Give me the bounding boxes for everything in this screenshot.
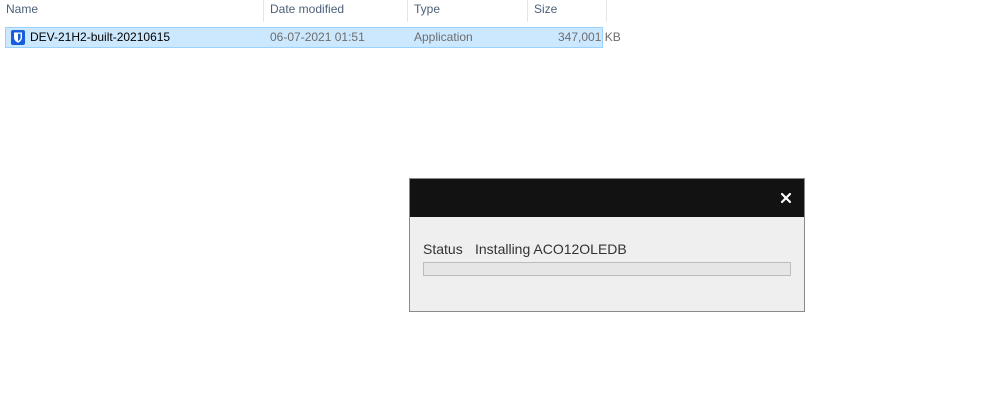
file-name: DEV-21H2-built-20210615 (30, 30, 171, 44)
close-icon[interactable] (776, 188, 796, 208)
column-header-name[interactable]: Name (0, 0, 262, 22)
column-divider[interactable] (606, 0, 607, 22)
file-type: Application (414, 30, 473, 44)
column-header-type[interactable]: Type (408, 0, 526, 22)
column-header-date-modified-label: Date modified (270, 2, 345, 16)
column-header-size-label: Size (534, 2, 558, 16)
file-row[interactable]: DEV-21H2-built-20210615 06-07-2021 01:51… (5, 27, 621, 48)
column-header-type-label: Type (414, 2, 441, 16)
dialog-titlebar[interactable] (410, 179, 804, 217)
file-date-modified: 06-07-2021 01:51 (270, 30, 365, 44)
column-header-date-modified[interactable]: Date modified (264, 0, 407, 22)
file-explorer-list: Name Date modified Type Size DEV-21H2-bu… (0, 0, 1005, 60)
install-progress-bar (423, 262, 791, 276)
bitwarden-shield-icon (11, 30, 25, 45)
column-header-name-label: Name (6, 2, 39, 16)
column-header-size[interactable]: Size (528, 0, 606, 22)
status-label: Status (423, 241, 463, 257)
install-progress-dialog: Status Installing ACO12OLEDB (409, 178, 805, 312)
file-size: 347,001 KB (558, 30, 621, 44)
status-value: Installing ACO12OLEDB (475, 241, 627, 257)
